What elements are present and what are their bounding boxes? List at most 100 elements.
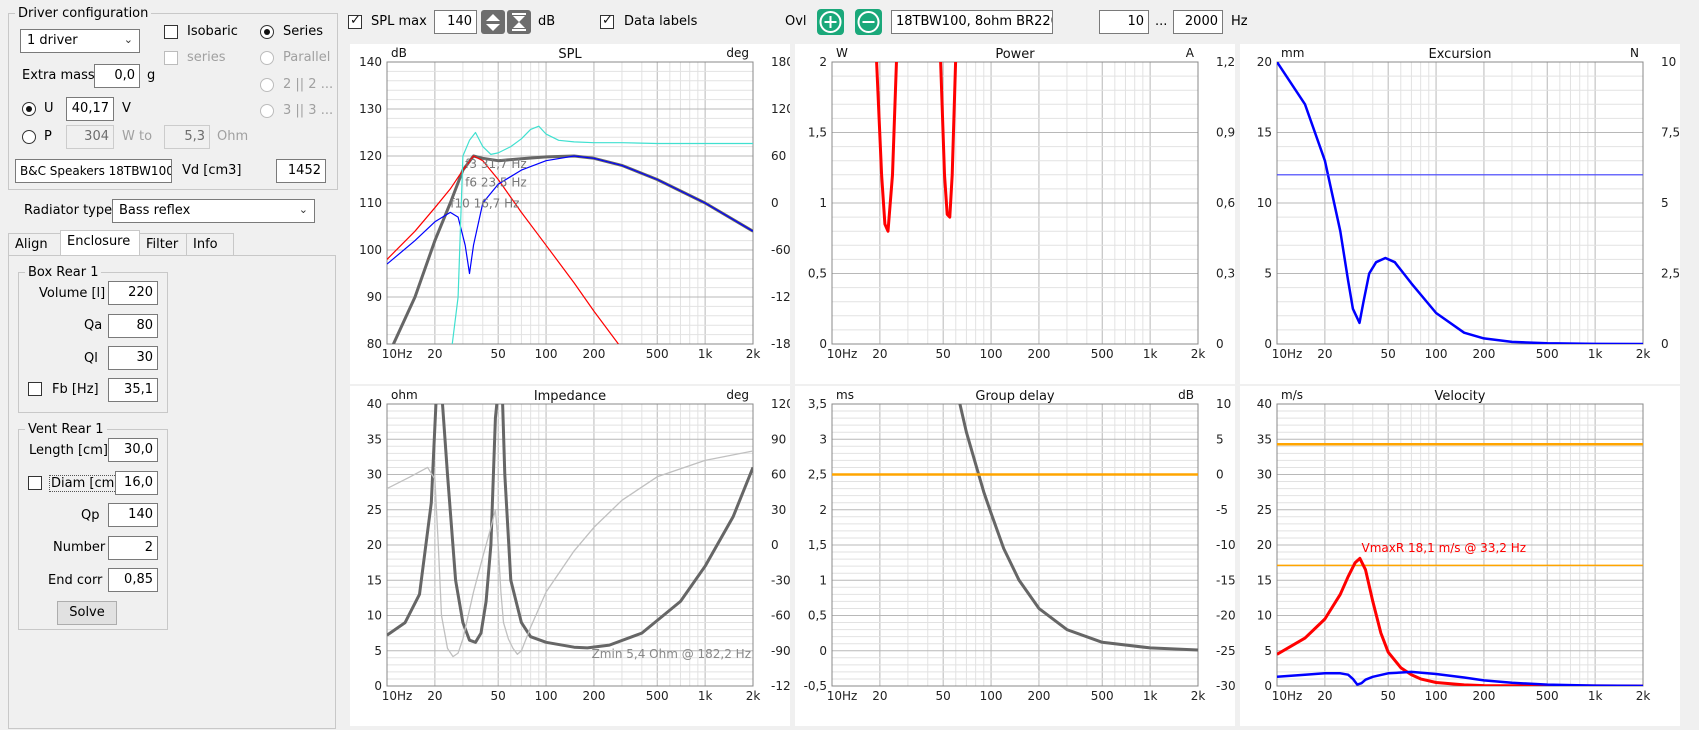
extra-mass-field[interactable]: 0,0 — [94, 64, 140, 88]
fb-checkbox[interactable] — [28, 382, 42, 396]
overlay-name-field[interactable]: 18TBW100, 8ohm BR220 — [891, 10, 1053, 34]
y-tick-label: 2,5 — [808, 468, 827, 482]
fit-range-icon[interactable] — [507, 10, 531, 34]
x-tick-label: 50 — [491, 347, 506, 361]
spl-max-field[interactable]: 140 — [434, 10, 477, 34]
y-tick-label: 3 — [819, 432, 827, 446]
y2-tick-label: 60 — [771, 149, 786, 163]
qa-label: Qa — [84, 318, 103, 333]
end-corr-field[interactable]: 0,85 — [108, 568, 158, 592]
y2-tick-label: 5 — [1216, 432, 1224, 446]
p-radio[interactable] — [22, 130, 36, 144]
driver-name-field[interactable]: B&C Speakers 18TBW100, 8ol — [15, 159, 172, 183]
impedance-chart-panel: 40 35 30 25 20 15 10 50 120 90 60 30 0 -30 -60 -90 -120 1… — [350, 386, 798, 726]
x-tick-label: 100 — [980, 347, 1003, 361]
freq-max-field[interactable]: 2000 — [1173, 10, 1223, 34]
x-tick-label: 100 — [535, 347, 558, 361]
data-labels-label: Data labels — [624, 14, 698, 29]
length-field[interactable]: 30,0 — [108, 438, 158, 462]
freq-min-field[interactable]: 10 — [1099, 10, 1149, 34]
x-tick-label: 2k — [1636, 689, 1651, 703]
y2-tick-label: 30 — [771, 503, 786, 517]
isobaric-series-label: series — [187, 50, 226, 65]
fb-field[interactable]: 35,1 — [108, 378, 158, 402]
u-radio[interactable] — [22, 102, 36, 116]
x-tick-label: 2k — [1191, 347, 1206, 361]
add-overlay-button[interactable] — [817, 9, 844, 35]
left-unit-label: m/s — [1281, 388, 1303, 402]
spl-max-checkbox[interactable] — [348, 13, 362, 29]
tab-info[interactable]: Info — [186, 233, 234, 255]
fb-label: Fb [Hz] — [52, 382, 99, 397]
chevron-down-icon: ⌄ — [123, 33, 133, 46]
tab-filter[interactable]: Filter — [139, 233, 187, 255]
ovl-label: Ovl — [785, 14, 807, 29]
extra-mass-unit: g — [147, 68, 156, 83]
x-tick-label: 50 — [491, 689, 506, 703]
spin-updown-icon[interactable] — [481, 10, 505, 34]
power-grid — [831, 61, 1199, 345]
remove-overlay-button[interactable] — [855, 9, 882, 35]
y2-tick-label: -5 — [1216, 503, 1228, 517]
y-tick-label: 1,5 — [808, 126, 827, 140]
right-unit-label: N — [1630, 46, 1639, 60]
diam-checkbox[interactable] — [28, 476, 42, 490]
x-tick-label: 10Hz — [382, 689, 413, 703]
y-tick-label: 30 — [1257, 468, 1272, 482]
diam-field[interactable]: 16,0 — [115, 471, 158, 495]
x-tick-label: 20 — [872, 347, 887, 361]
extra-mass-label: Extra mass — [22, 68, 95, 83]
y-tick-label: 2 — [819, 503, 827, 517]
y2-tick-label: 0 — [771, 538, 779, 552]
y-tick-label: 5 — [1264, 644, 1272, 658]
annotation-label: f6 23,5 Hz — [465, 176, 527, 190]
x-tick-label: 20 — [427, 689, 442, 703]
y-tick-label: 0,5 — [808, 267, 827, 281]
y2-tick-label: -120 — [771, 290, 790, 304]
y2-tick-label: -60 — [771, 243, 790, 257]
y2-tick-label: -25 — [1216, 644, 1235, 658]
qa-field[interactable]: 80 — [108, 314, 158, 338]
power-series-group — [875, 62, 958, 233]
x-tick-label: 10Hz — [827, 347, 858, 361]
left-unit-label: mm — [1281, 46, 1304, 60]
y2-tick-label: -30 — [1216, 679, 1235, 693]
x-tick-label: 50 — [936, 689, 951, 703]
tab-enclosure[interactable]: Enclosure — [60, 230, 140, 255]
hz-unit: Hz — [1231, 14, 1248, 29]
excursion-chart-svg: 20151050107,552,5010Hz 20 50 100 200 500 1k 2kE… — [1257, 46, 1680, 361]
qp-field[interactable]: 140 — [108, 503, 158, 527]
isobaric-checkbox[interactable] — [164, 25, 178, 39]
number-label: Number — [53, 540, 106, 555]
driver-count-select[interactable]: 1 driver ⌄ — [20, 29, 140, 53]
x-tick-label: 20 — [427, 347, 442, 361]
power-chart-panel: 2 1,5 1 0,5 0 1,2 0,9 0,6 0,3 0 10Hz 20 50 100 200 500 1… — [795, 44, 1235, 384]
voltage-field[interactable]: 40,17 — [66, 97, 114, 121]
u-label: U — [44, 101, 54, 116]
y-tick-label: 25 — [1257, 503, 1272, 517]
volume-field[interactable]: 220 — [108, 281, 158, 305]
series-radio[interactable] — [260, 25, 274, 39]
y-tick-label: 120 — [359, 149, 382, 163]
solve-button[interactable]: Solve — [57, 601, 117, 625]
ohm-field: 5,3 — [164, 125, 210, 149]
x-tick-label: 1k — [698, 689, 713, 703]
isobaric-series-checkbox — [164, 51, 178, 65]
vd-field[interactable]: 1452 — [276, 159, 326, 183]
number-field[interactable]: 2 — [108, 536, 158, 560]
tab-align[interactable]: Align — [8, 233, 61, 255]
y-tick-label: 90 — [367, 290, 382, 304]
y2-tick-label: 10 — [1216, 397, 1231, 411]
right-unit-label: deg — [726, 46, 749, 60]
isobaric-label: Isobaric — [187, 24, 238, 39]
radiator-type-select[interactable]: Bass reflex ⌄ — [112, 199, 315, 223]
y-tick-label: 0 — [819, 644, 827, 658]
x-tick-label: 50 — [936, 347, 951, 361]
data-labels-checkbox[interactable] — [600, 13, 614, 29]
radiator-type-value: Bass reflex — [119, 203, 191, 218]
parallel-3-label: 3 || 3 ... — [283, 103, 334, 118]
y-tick-label: 35 — [1257, 432, 1272, 446]
ql-field[interactable]: 30 — [108, 346, 158, 370]
ohm-unit: Ohm — [217, 129, 249, 144]
y-tick-label: 20 — [367, 538, 382, 552]
